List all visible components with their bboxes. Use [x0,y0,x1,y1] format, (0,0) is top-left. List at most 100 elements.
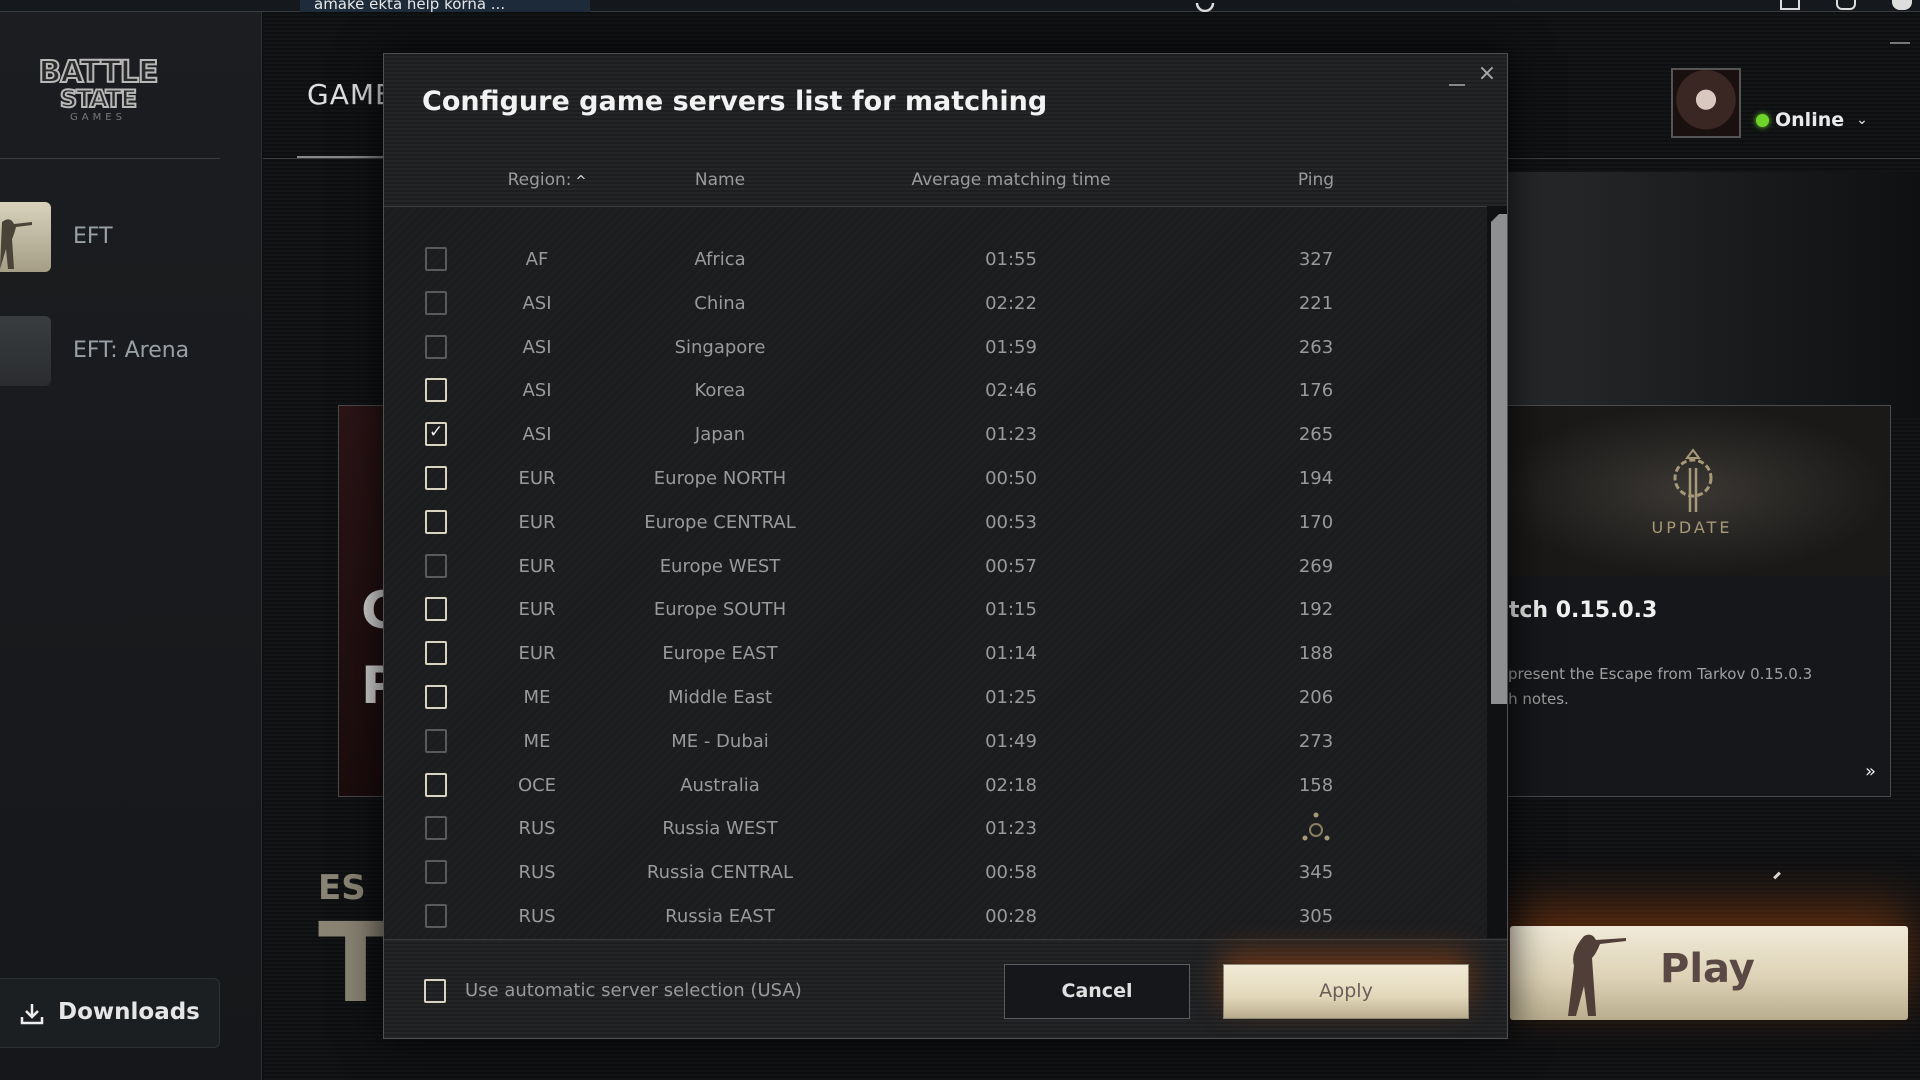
server-row[interactable]: EUR Europe EAST 01:14 188 [384,631,1487,675]
server-row[interactable]: ME Middle East 01:25 206 [384,675,1487,719]
cell-name: Russia CENTRAL [646,862,794,884]
server-row[interactable]: EUR Europe WEST 00:57 269 [384,544,1487,588]
apply-button[interactable]: Apply [1223,964,1469,1019]
cell-time: 01:25 [985,687,1037,708]
cell-ping: 263 [1298,336,1334,358]
server-checkbox[interactable] [425,772,447,797]
cell-time: 01:49 [985,730,1037,752]
chat-icon[interactable] [1836,0,1856,10]
server-checkbox[interactable] [425,247,447,271]
cell-region: ME [523,687,551,708]
taskbar: amake ekta help korna ... [0,0,1920,13]
news-card-update[interactable]: UPDATE atch 0.15.0.3 e present the Escap… [1493,405,1891,797]
scrollbar-thumb[interactable] [1491,214,1507,704]
cell-name: ME - Dubai [671,730,769,752]
server-checkbox[interactable] [425,597,447,622]
server-checkbox[interactable]: ✓ [425,422,447,447]
cell-name: Europe SOUTH [653,599,787,621]
column-header-avg-time[interactable]: Average matching time [911,170,1110,190]
cell-time: 02:46 [985,380,1037,402]
scrollbar[interactable] [1487,206,1507,938]
cell-region: EUR [518,643,556,665]
cell-region: RUS [518,862,556,884]
taskbar-tab[interactable]: amake ekta help korna ... [300,0,590,12]
cell-name: Australia [680,774,760,796]
status-selector[interactable]: Online ⌄ [1756,109,1868,131]
server-row[interactable]: RUS Russia CENTRAL 00:58 345 [384,850,1487,894]
server-row[interactable]: EUR Europe CENTRAL 00:53 170 [384,500,1487,544]
cell-region: EUR [518,511,556,533]
cell-name: Japan [694,424,746,446]
server-checkbox[interactable] [425,641,447,666]
server-checkbox[interactable] [425,816,447,841]
server-checkbox[interactable] [425,860,447,885]
auto-select-checkbox[interactable] [424,979,446,1003]
cell-region: OCE [517,774,557,796]
cell-time: 01:55 [985,249,1037,270]
taskbar-tab-title: amake ekta help korna ... [314,0,506,12]
sidebar-item-label: EFT: Arena [73,338,190,363]
avatar[interactable] [1671,68,1741,138]
update-gear-icon [1673,448,1713,512]
soldier-icon [1568,934,1626,1016]
settings-icon[interactable] [1892,0,1912,10]
read-more-icon[interactable]: » [1865,761,1876,782]
server-row[interactable]: AF Africa 01:55 327 [384,237,1487,281]
server-checkbox[interactable] [425,378,447,403]
server-checkbox[interactable] [425,553,447,578]
cell-time: 01:23 [985,818,1037,840]
app-minimize-icon[interactable] [1890,42,1910,44]
minimize-icon[interactable] [1449,72,1467,90]
window-icon[interactable] [1780,0,1800,10]
cell-region: ASI [522,424,552,446]
cancel-button[interactable]: Cancel [1004,964,1190,1019]
cell-ping: 269 [1298,555,1334,577]
column-header-ping[interactable]: Ping [1298,170,1334,190]
cell-ping: 327 [1298,249,1334,270]
cell-ping: 221 [1298,292,1334,314]
cell-time: 01:14 [985,643,1037,665]
auto-select-label[interactable]: Use automatic server selection (USA) [465,980,802,1001]
cell-region: ASI [522,292,552,314]
server-checkbox[interactable] [425,290,447,315]
server-row[interactable]: ASI Korea 02:46 176 [384,368,1487,412]
server-checkbox[interactable] [425,728,447,753]
server-row[interactable]: ASI China 02:22 221 [384,281,1487,325]
close-icon[interactable]: × [1475,62,1499,86]
cell-ping: 158 [1298,774,1334,796]
server-row[interactable]: EUR Europe NORTH 00:50 194 [384,456,1487,500]
server-checkbox[interactable] [425,466,447,490]
server-row[interactable]: RUS Russia EAST 00:28 305 [384,894,1487,938]
search-icon[interactable] [1188,0,1222,13]
battlestate-logo: BATTLE STATE GAMES [36,57,160,130]
server-checkbox[interactable] [425,334,447,359]
server-row[interactable]: ME ME - Dubai 01:49 273 [384,719,1487,763]
cell-ping: 192 [1298,599,1334,621]
server-checkbox[interactable] [425,904,447,928]
news-card-partial[interactable]: C P [338,405,388,797]
cell-time: 02:18 [985,774,1037,796]
server-row[interactable]: RUS Russia WEST 01:23 [384,806,1487,850]
play-button[interactable]: Play [1510,926,1908,1020]
cell-region: ASI [522,336,552,358]
sidebar-item-eft-arena[interactable]: EFT: Arena [0,316,262,388]
cell-region: ME [523,730,551,752]
server-row[interactable]: EUR Europe SOUTH 01:15 192 [384,587,1487,631]
server-row[interactable]: ASI Singapore 01:59 263 [384,325,1487,369]
cell-name: Korea [694,380,746,402]
dialog-footer: Use automatic server selection (USA) Can… [384,939,1507,1038]
cell-name: Europe CENTRAL [644,511,796,533]
column-header-name[interactable]: Name [695,170,745,190]
cell-region: EUR [518,599,556,621]
server-row[interactable]: OCE Australia 02:18 158 [384,763,1487,807]
server-checkbox[interactable] [425,509,447,534]
news-description: e present the Escape from Tarkov 0.15.0.… [1494,662,1854,712]
downloads-button[interactable]: Downloads [0,978,220,1048]
column-header-region[interactable]: Region: ^ [508,170,587,190]
sidebar-item-eft[interactable]: EFT [0,202,262,274]
server-row[interactable]: ✓ ASI Japan 01:23 265 [384,412,1487,456]
mouse-cursor [1773,871,1781,880]
news-image-label: UPDATE [1651,518,1733,537]
play-label: Play [1660,946,1755,992]
server-checkbox[interactable] [425,685,447,709]
